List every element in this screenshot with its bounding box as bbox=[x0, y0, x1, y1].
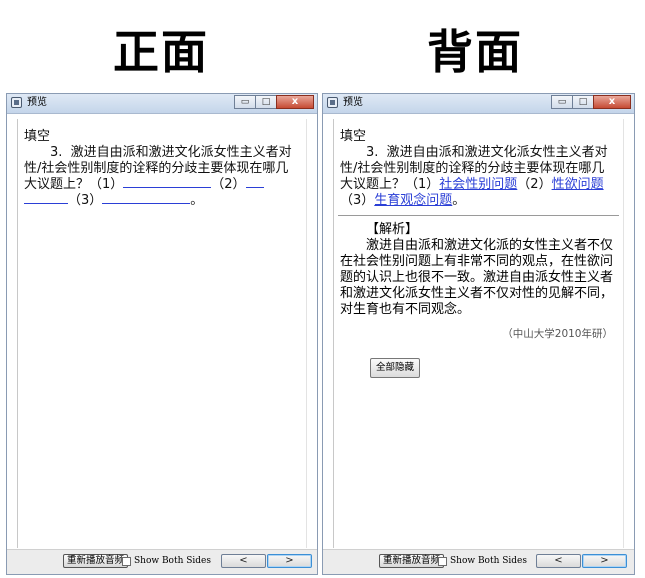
answer-blank-3 bbox=[102, 203, 191, 204]
answer-3: 生育观念问题 bbox=[374, 193, 453, 208]
show-both-sides-toggle[interactable]: Show Both Sides bbox=[438, 555, 527, 567]
show-both-sides-label: Show Both Sides bbox=[134, 556, 212, 566]
question-mid-3: （3） bbox=[68, 193, 103, 208]
analysis-source: （中山大学2010年研） bbox=[502, 328, 613, 340]
question-mid-2: （2） bbox=[517, 177, 552, 192]
answer-blank-2-start bbox=[245, 187, 264, 188]
front-preview-window: 预览 ▭ □ x 填空 3. 激进自由派和激进文化派女性主义者对性/社会性别制度… bbox=[6, 93, 318, 575]
question-number: 3. bbox=[366, 145, 379, 160]
maximize-button[interactable]: □ bbox=[572, 95, 594, 109]
question-body: 3. 激进自由派和激进文化派女性主义者对性/社会性别制度的诠释的分歧主要体现在哪… bbox=[24, 145, 300, 209]
question-number: 3. bbox=[50, 145, 63, 160]
question-mid-3: （3） bbox=[340, 193, 375, 208]
replay-audio-button[interactable]: 重新播放音频 bbox=[63, 554, 129, 568]
maximize-button[interactable]: □ bbox=[255, 95, 277, 109]
back-footer: 重新播放音频 Show Both Sides < > bbox=[323, 549, 634, 574]
question-text: 填空 3. 激进自由派和激进文化派女性主义者对性/社会性别制度的诠释的分歧主要体… bbox=[334, 119, 623, 209]
back-preview-window: 预览 ▭ □ x 填空 3. 激进自由派和激进文化派女性主义者对性/社会性别制度… bbox=[322, 93, 635, 575]
question-end: 。 bbox=[452, 193, 466, 208]
show-both-sides-label: Show Both Sides bbox=[450, 556, 528, 566]
window-title: 预览 bbox=[27, 97, 47, 108]
analysis-section: 【解析】 激进自由派和激进文化派的女性主义者不仅在社会性别问题上有非常不同的观点… bbox=[334, 216, 623, 378]
question-stem: 激进自由派和激进文化派女性主义者对性/社会性别制度的诠释的分歧主要体现在哪几大议… bbox=[24, 145, 292, 192]
front-heading: 正面 bbox=[113, 25, 209, 79]
front-footer: 重新播放音频 Show Both Sides < > bbox=[7, 549, 317, 574]
answer-2: 性欲问题 bbox=[551, 177, 604, 192]
hide-all-button[interactable]: 全部隐藏 bbox=[370, 358, 421, 378]
back-heading: 背面 bbox=[427, 25, 523, 79]
minimize-button[interactable]: ▭ bbox=[234, 95, 256, 109]
front-content: 填空 3. 激进自由派和激进文化派女性主义者对性/社会性别制度的诠释的分歧主要体… bbox=[17, 119, 307, 548]
window-title: 预览 bbox=[343, 97, 363, 108]
show-both-sides-toggle[interactable]: Show Both Sides bbox=[122, 555, 211, 567]
question-body: 3. 激进自由派和激进文化派女性主义者对性/社会性别制度的诠释的分歧主要体现在哪… bbox=[340, 145, 617, 209]
minimize-button[interactable]: ▭ bbox=[551, 95, 573, 109]
answer-blank-2-end bbox=[24, 203, 68, 204]
back-titlebar[interactable]: 预览 ▭ □ x bbox=[323, 94, 634, 114]
app-icon bbox=[11, 97, 22, 108]
next-button[interactable]: > bbox=[582, 554, 627, 568]
question-end: 。 bbox=[190, 193, 204, 208]
answer-1: 社会性别问题 bbox=[439, 177, 518, 192]
analysis-title: 【解析】 bbox=[366, 222, 419, 237]
app-icon bbox=[327, 97, 338, 108]
prev-button[interactable]: < bbox=[536, 554, 581, 568]
show-both-sides-checkbox[interactable] bbox=[122, 556, 131, 566]
question-type: 填空 bbox=[24, 129, 51, 144]
next-button[interactable]: > bbox=[267, 554, 312, 568]
replay-audio-button[interactable]: 重新播放音频 bbox=[379, 554, 445, 568]
answer-blank-1 bbox=[123, 187, 212, 188]
close-button[interactable]: x bbox=[593, 95, 631, 109]
analysis-body: 激进自由派和激进文化派的女性主义者不仅在社会性别问题上有非常不同的观点，在性欲问… bbox=[340, 238, 614, 317]
close-button[interactable]: x bbox=[276, 95, 314, 109]
prev-button[interactable]: < bbox=[221, 554, 266, 568]
back-content: 填空 3. 激进自由派和激进文化派女性主义者对性/社会性别制度的诠释的分歧主要体… bbox=[333, 119, 624, 548]
front-titlebar[interactable]: 预览 ▭ □ x bbox=[7, 94, 317, 114]
show-both-sides-checkbox[interactable] bbox=[438, 556, 447, 566]
question-text: 填空 3. 激进自由派和激进文化派女性主义者对性/社会性别制度的诠释的分歧主要体… bbox=[18, 119, 306, 209]
question-type: 填空 bbox=[340, 129, 367, 144]
question-mid-2: （2） bbox=[211, 177, 246, 192]
